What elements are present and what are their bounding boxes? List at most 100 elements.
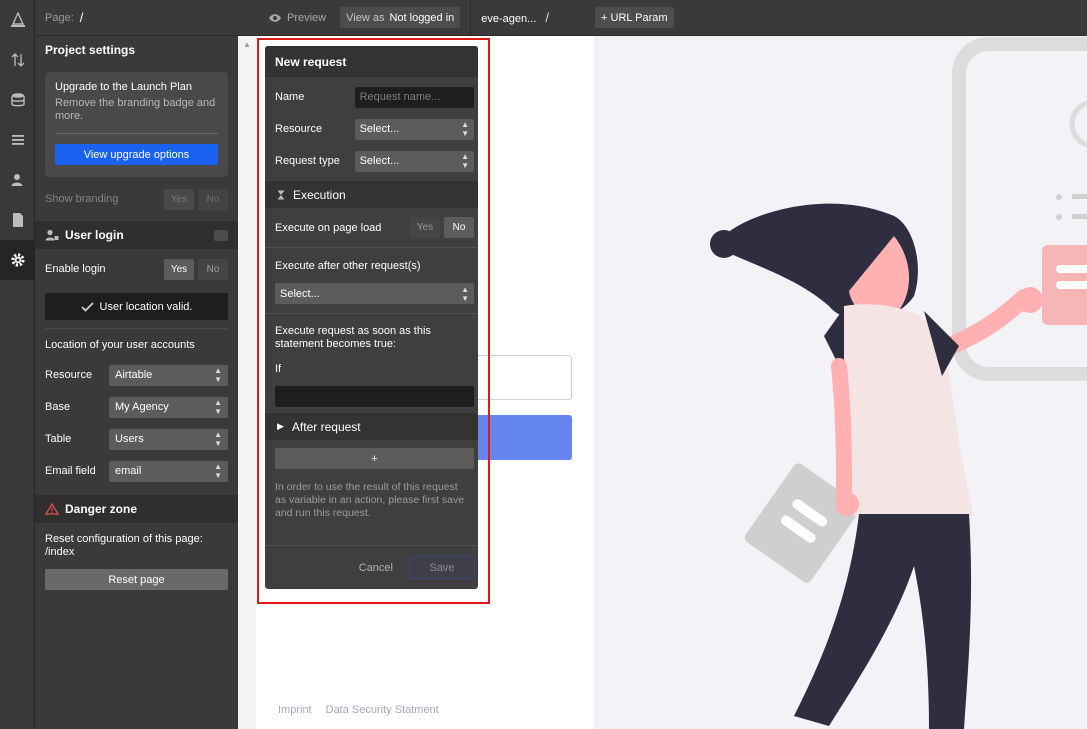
- danger-zone-title: Danger zone: [65, 502, 138, 516]
- show-branding-toggle: Yes No: [164, 188, 228, 210]
- select-arrows-icon: ▲ ▼: [214, 430, 222, 448]
- reset-config-text: Reset configuration of this page: /index: [45, 533, 203, 558]
- show-branding-no[interactable]: No: [198, 188, 228, 210]
- resource-row: Resource Select... ▲ ▼: [265, 113, 478, 145]
- email-field-value: email: [115, 465, 142, 477]
- if-condition-input[interactable]: [275, 386, 474, 407]
- execute-on-load-yes[interactable]: Yes: [410, 217, 440, 238]
- upgrade-divider: [55, 133, 218, 134]
- name-label: Name: [275, 91, 305, 103]
- table-row: Table Users ▲ ▼: [35, 423, 238, 455]
- view-as-selector[interactable]: View as Not logged in: [340, 7, 461, 28]
- base-label: Base: [45, 401, 71, 413]
- cancel-button[interactable]: Cancel: [359, 562, 393, 574]
- select-arrows-icon: ▲ ▼: [461, 152, 469, 170]
- caret-up-icon[interactable]: ▲: [243, 40, 251, 49]
- resource-select[interactable]: Select... ▲ ▼: [354, 118, 474, 140]
- show-branding-label: Show branding: [45, 193, 119, 205]
- enable-login-yes[interactable]: Yes: [164, 258, 194, 280]
- user-login-title: User login: [65, 228, 124, 242]
- gear-icon[interactable]: [0, 240, 35, 280]
- left-icon-rail: [0, 0, 35, 729]
- sort-arrows-icon[interactable]: [0, 40, 35, 80]
- execution-section-header[interactable]: Execution: [265, 181, 478, 208]
- if-label: If: [275, 363, 282, 375]
- execute-on-load-label: Execute on page load: [275, 221, 382, 234]
- list-icon[interactable]: [0, 120, 35, 160]
- project-path-slash: /: [545, 10, 550, 25]
- page-label: Page:: [45, 11, 74, 24]
- location-heading: Location of your user accounts: [45, 339, 195, 351]
- execute-on-load-row: Execute on page load Yes No: [265, 208, 478, 248]
- url-param-button[interactable]: + URL Param: [595, 7, 674, 28]
- enable-login-toggle: Yes No: [164, 258, 228, 280]
- page-path[interactable]: /: [80, 10, 84, 25]
- request-type-label: Request type: [275, 155, 340, 167]
- sitemap-icon[interactable]: [0, 0, 35, 40]
- user-login-info-icon[interactable]: [214, 229, 228, 241]
- eye-icon: [269, 13, 281, 22]
- execute-on-load-toggle: Yes No: [410, 217, 474, 238]
- user-lock-icon: [45, 229, 59, 241]
- email-field-row: Email field email ▲ ▼: [35, 455, 238, 487]
- after-request-section-header[interactable]: ▶ After request: [265, 413, 478, 440]
- checkmark-icon: [80, 301, 94, 312]
- danger-zone-header: Danger zone: [35, 495, 238, 523]
- imprint-link[interactable]: Imprint: [278, 704, 312, 716]
- app-root: Page: / Project settings Upgrade to the …: [0, 0, 1087, 729]
- execute-after-select[interactable]: Select... ▲ ▼: [275, 283, 474, 304]
- page-footer-links: Imprint Data Security Statment: [278, 704, 439, 716]
- file-icon[interactable]: [0, 200, 35, 240]
- table-select[interactable]: Users ▲ ▼: [109, 428, 228, 450]
- select-arrows-icon: ▲ ▼: [214, 462, 222, 480]
- email-field-label: Email field: [45, 465, 96, 477]
- page-indicator: Page: /: [35, 0, 238, 36]
- top-toolbar: Preview View as Not logged in eve-agen..…: [238, 0, 1087, 36]
- execute-condition-label: Execute request as soon as this statemen…: [275, 325, 431, 350]
- execute-after-label: Execute after other request(s): [275, 260, 421, 272]
- add-action-button[interactable]: +: [275, 448, 474, 469]
- modal-title: New request: [265, 46, 478, 77]
- execution-title: Execution: [293, 187, 346, 202]
- select-arrows-icon: ▲ ▼: [214, 398, 222, 416]
- save-button[interactable]: Save: [409, 556, 475, 579]
- resource-select[interactable]: Airtable ▲ ▼: [109, 364, 228, 386]
- resource-label: Resource: [45, 369, 93, 381]
- view-as-value: Not logged in: [389, 11, 455, 24]
- project-settings-panel: Page: / Project settings Upgrade to the …: [35, 0, 238, 729]
- show-branding-yes[interactable]: Yes: [164, 188, 194, 210]
- request-name-input[interactable]: Request name...: [354, 86, 474, 108]
- woman-illustration: [710, 37, 1087, 729]
- database-icon[interactable]: [0, 80, 35, 120]
- preview-button[interactable]: Preview: [268, 12, 326, 24]
- preview-label: Preview: [287, 11, 327, 24]
- execute-on-load-no[interactable]: No: [444, 217, 474, 238]
- reset-page-button[interactable]: Reset page: [45, 569, 228, 590]
- canvas-scroll-gutter[interactable]: ▲: [238, 36, 256, 729]
- enable-login-no[interactable]: No: [198, 258, 228, 280]
- select-arrows-icon: ▲ ▼: [461, 120, 469, 138]
- project-path[interactable]: eve-agen... /: [481, 10, 549, 25]
- upgrade-card: Upgrade to the Launch Plan Remove the br…: [45, 72, 228, 177]
- base-select[interactable]: My Agency ▲ ▼: [109, 396, 228, 418]
- table-label: Table: [45, 433, 72, 445]
- data-security-link[interactable]: Data Security Statment: [326, 704, 439, 716]
- enable-login-label: Enable login: [45, 263, 106, 275]
- view-upgrade-options-button[interactable]: View upgrade options: [55, 144, 218, 165]
- request-type-select[interactable]: Select... ▲ ▼: [354, 150, 474, 172]
- user-location-valid-banner: User location valid.: [45, 293, 228, 320]
- upgrade-subtitle: Remove the branding badge and more.: [55, 97, 216, 122]
- after-request-note: In order to use the result of this reque…: [275, 481, 465, 519]
- user-icon[interactable]: [0, 160, 35, 200]
- email-field-select[interactable]: email ▲ ▼: [109, 460, 228, 482]
- resource-row: Resource Airtable ▲ ▼: [35, 359, 238, 391]
- login-divider: [45, 328, 228, 329]
- execute-condition-block: Execute request as soon as this statemen…: [265, 314, 478, 407]
- view-as-label: View as: [346, 11, 385, 24]
- toolbar-divider: [470, 0, 472, 36]
- after-request-title: After request: [291, 419, 361, 434]
- enable-login-row: Enable login Yes No: [35, 253, 238, 285]
- hero-illustration: [594, 36, 1087, 729]
- resource-label: Resource: [275, 123, 323, 135]
- table-value: Users: [115, 433, 144, 445]
